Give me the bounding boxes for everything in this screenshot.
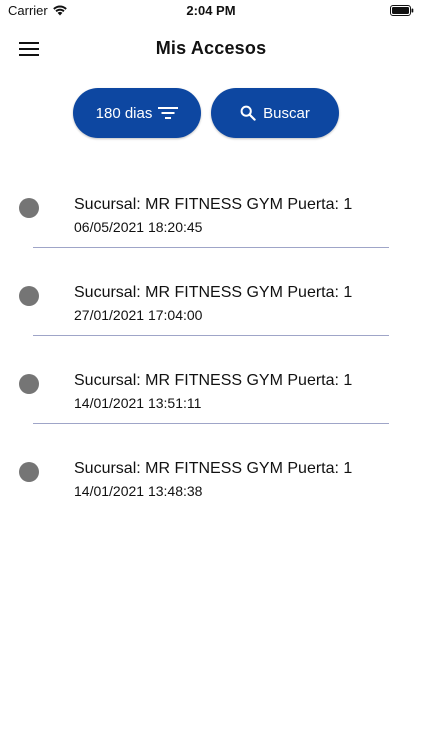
filter-list-icon [158,107,179,119]
page-title: Mis Accesos [155,38,267,58]
days-filter-button[interactable]: 180 dias [73,88,201,138]
access-date: 06/05/2021 18:20:45 [74,219,203,235]
access-date: 14/01/2021 13:48:38 [74,483,203,499]
access-list-item[interactable]: Sucursal: MR FITNESS GYM Puerta: 1 14/01… [0,336,422,424]
status-time: 2:04 PM [186,3,236,18]
access-title: Sucursal: MR FITNESS GYM Puerta: 1 [74,372,353,389]
access-title: Sucursal: MR FITNESS GYM Puerta: 1 [74,196,353,213]
access-date: 14/01/2021 13:51:11 [74,395,202,411]
status-bar: Carrier 2:04 PM [0,0,422,24]
search-icon [240,105,256,121]
access-title: Sucursal: MR FITNESS GYM Puerta: 1 [74,284,353,301]
access-list-item[interactable]: Sucursal: MR FITNESS GYM Puerta: 1 14/01… [0,424,422,512]
search-button[interactable]: Buscar [211,88,339,138]
search-button-label: Buscar [263,104,310,122]
status-dot-icon [19,286,39,306]
battery-icon [390,5,414,16]
access-title: Sucursal: MR FITNESS GYM Puerta: 1 [74,460,353,477]
status-dot-icon [19,374,39,394]
access-list: Sucursal: MR FITNESS GYM Puerta: 1 06/05… [0,160,422,512]
access-list-item[interactable]: Sucursal: MR FITNESS GYM Puerta: 1 06/05… [0,160,422,248]
days-filter-label: 180 dias [95,104,153,122]
access-list-item[interactable]: Sucursal: MR FITNESS GYM Puerta: 1 27/01… [0,248,422,336]
status-dot-icon [19,462,39,482]
status-dot-icon [19,198,39,218]
access-date: 27/01/2021 17:04:00 [74,307,203,323]
